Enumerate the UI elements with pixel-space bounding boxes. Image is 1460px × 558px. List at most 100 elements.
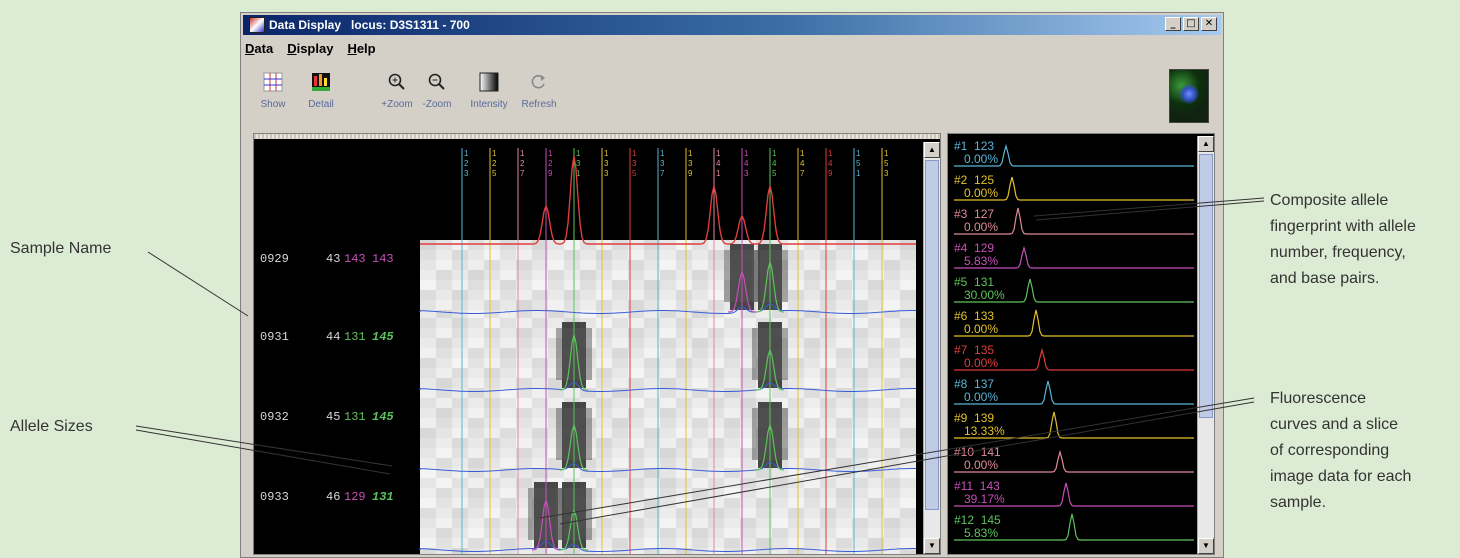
maximize-button[interactable]: □ (1183, 17, 1199, 31)
image-pixel (884, 518, 900, 528)
image-pixel (884, 428, 900, 438)
image-pixel (788, 518, 804, 528)
image-pixel (468, 408, 484, 418)
image-pixel (468, 478, 484, 488)
composite-vertical-scrollbar[interactable]: ▲ ▼ (1197, 136, 1214, 554)
image-pixel (596, 348, 612, 358)
image-pixel (900, 280, 916, 290)
composite-scroll-thumb[interactable] (1199, 154, 1213, 418)
image-pixel (836, 250, 852, 260)
image-pixel (884, 368, 900, 378)
image-pixel (468, 348, 484, 358)
image-pixel (596, 358, 612, 368)
image-pixel (436, 458, 452, 468)
image-pixel (436, 438, 452, 448)
image-pixel (836, 518, 852, 528)
image-pixel (452, 398, 468, 408)
image-pixel (692, 348, 708, 358)
image-pixel (484, 448, 500, 458)
image-pixel (820, 468, 836, 478)
image-pixel (596, 280, 612, 290)
panel-splitter[interactable] (254, 134, 940, 139)
image-pixel (468, 300, 484, 310)
image-pixel (452, 528, 468, 538)
image-pixel (500, 300, 516, 310)
image-pixel (420, 318, 436, 328)
image-pixel (484, 478, 500, 488)
image-pixel (692, 538, 708, 548)
image-pixel (676, 290, 692, 300)
image-pixel (708, 428, 724, 438)
image-pixel (676, 318, 692, 328)
image-pixel (724, 528, 740, 538)
close-button[interactable]: ✕ (1201, 17, 1217, 31)
image-pixel (420, 368, 436, 378)
image-pixel (884, 250, 900, 260)
refresh-button[interactable]: Refresh (509, 71, 569, 110)
minimize-button[interactable]: _ (1165, 17, 1181, 31)
image-pixel (484, 488, 500, 498)
image-pixel (436, 538, 452, 548)
image-pixel (900, 398, 916, 408)
image-pixel (884, 338, 900, 348)
scroll-down-button[interactable]: ▼ (924, 538, 940, 554)
image-pixel (900, 408, 916, 418)
menu-data[interactable]: Data (245, 41, 273, 59)
image-pixel (804, 368, 820, 378)
image-pixel (804, 518, 820, 528)
zoom-out-button[interactable]: -Zoom (407, 71, 467, 110)
image-pixel (884, 508, 900, 518)
image-pixel (660, 300, 676, 310)
menu-help[interactable]: Help (347, 41, 375, 59)
image-pixel (580, 280, 596, 290)
image-pixel (724, 358, 740, 368)
allele-column-label: 4 (716, 159, 721, 168)
scroll-up-button[interactable]: ▲ (924, 142, 940, 158)
image-pixel (484, 528, 500, 538)
image-pixel (724, 338, 740, 348)
image-pixel (724, 318, 740, 328)
image-pixel (804, 508, 820, 518)
composite-allele-label: #6 133 0.00% (954, 310, 998, 336)
image-pixel (820, 328, 836, 338)
image-pixel (804, 418, 820, 428)
image-pixel (788, 348, 804, 358)
image-pixel (660, 428, 676, 438)
image-pixel (676, 528, 692, 538)
image-pixel (612, 418, 628, 428)
data-display-panel[interactable]: 1231251271291311331351371391411431451471… (253, 133, 941, 555)
menu-display[interactable]: Display (287, 41, 333, 59)
image-pixel (708, 398, 724, 408)
composite-scroll-down-button[interactable]: ▼ (1198, 538, 1214, 554)
composite-allele-panel[interactable]: #1 123 0.00% #2 125 0.00% #3 127 0.00% #4 1… (947, 133, 1215, 555)
detail-button[interactable]: Detail (291, 71, 351, 110)
detail-label: Detail (308, 99, 334, 110)
allele-column-label: 1 (464, 149, 469, 158)
image-pixel (420, 280, 436, 290)
image-pixel (692, 270, 708, 280)
image-pixel (708, 538, 724, 548)
main-vertical-scrollbar[interactable]: ▲ ▼ (923, 142, 940, 554)
image-pixel (548, 280, 564, 290)
image-pixel (596, 538, 612, 548)
image-pixel (500, 280, 516, 290)
image-pixel (820, 538, 836, 548)
title-bar[interactable]: Data Display locus: D3S1311 - 700 _ □ ✕ (243, 15, 1221, 35)
image-pixel (820, 488, 836, 498)
image-pixel (804, 488, 820, 498)
image-pixel (788, 528, 804, 538)
allele-column-label: 3 (464, 169, 469, 178)
image-pixel (708, 438, 724, 448)
composite-scroll-up-button[interactable]: ▲ (1198, 136, 1214, 152)
image-pixel (484, 328, 500, 338)
image-pixel (692, 260, 708, 270)
image-pixel (900, 290, 916, 300)
image-pixel (580, 250, 596, 260)
image-pixel (452, 348, 468, 358)
image-pixel (772, 538, 788, 548)
image-pixel (436, 328, 452, 338)
image-pixel (772, 498, 788, 508)
image-pixel (788, 408, 804, 418)
allele-frequency: 0.00% (954, 458, 999, 472)
scroll-thumb[interactable] (925, 160, 939, 510)
